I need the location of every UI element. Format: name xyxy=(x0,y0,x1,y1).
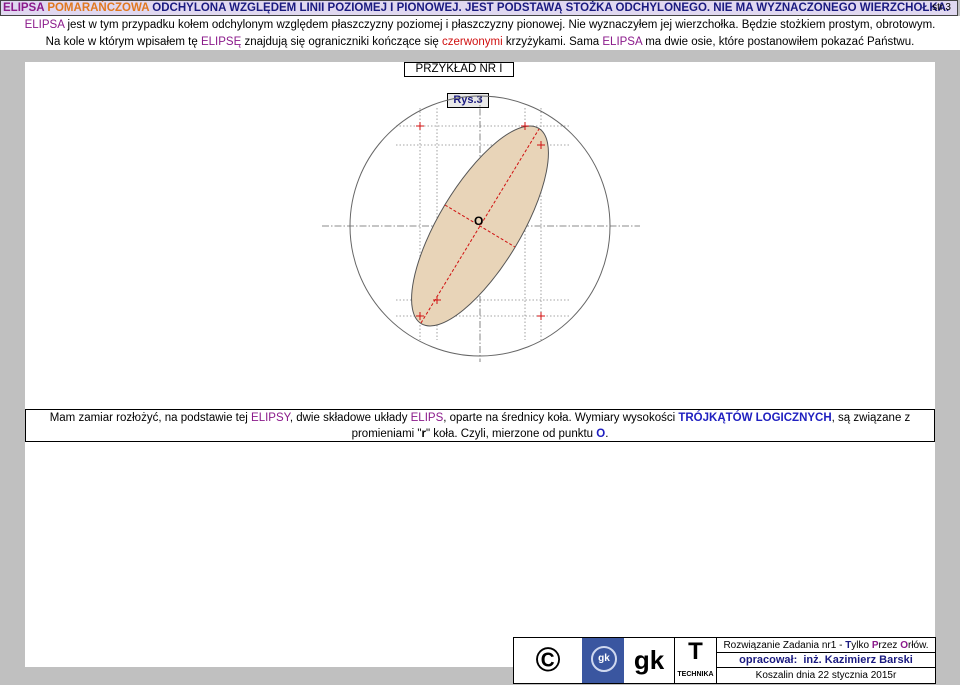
technika-label: TECHNIKA xyxy=(677,671,714,678)
technika-letter: T xyxy=(688,638,703,665)
technika-mark: T TECHNIKA xyxy=(674,638,716,683)
gk-logo-text: gk xyxy=(591,646,617,672)
author-row: opracował: inż. Kazimierz Barski xyxy=(717,653,935,668)
note-line-2: promieniami "r" koła. Czyli, mierzone od… xyxy=(351,428,609,440)
date-row: Koszalin dnia 22 stycznia 2015r xyxy=(755,670,897,681)
solution-label: Rozwiązanie Zadania nr1 - Tylko Przez Or… xyxy=(717,638,935,653)
title-block: © gk gk T TECHNIKA Rozwiązanie Zadania n… xyxy=(513,637,936,684)
note-box: Mam zamiar rozłożyć, na podstawie tej EL… xyxy=(25,409,935,442)
center-label: O xyxy=(474,214,483,228)
title-block-info: Rozwiązanie Zadania nr1 - Tylko Przez Or… xyxy=(716,638,935,683)
gk-mark: gk xyxy=(633,645,665,675)
ellipse-figure: O xyxy=(322,95,640,362)
note-line-1: Mam zamiar rozłożyć, na podstawie tej EL… xyxy=(49,412,911,424)
gk-logo-icon: gk xyxy=(582,638,624,683)
copyright-icon: © xyxy=(535,641,561,679)
